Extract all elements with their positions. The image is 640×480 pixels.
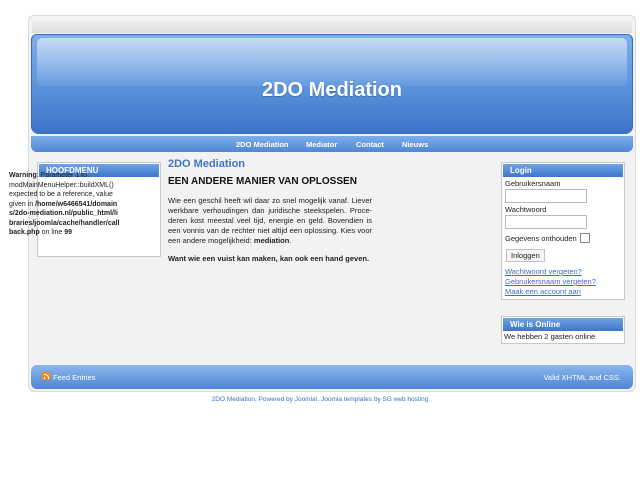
password-input[interactable] <box>505 215 587 229</box>
warning-message: Warning: Parameter 1 to modMainMenuHelpe… <box>9 171 121 238</box>
site-title: 2DO Mediation <box>261 79 402 101</box>
warning-label: Warning <box>9 172 37 179</box>
top-strip <box>32 18 632 33</box>
article-body-end: . <box>289 236 292 245</box>
module-heading: Login <box>502 163 624 178</box>
password-label: Wachtwoord <box>505 205 547 214</box>
warning-text-line: on line <box>39 229 65 236</box>
rss-feed-icon[interactable] <box>42 372 50 380</box>
feed-entries-link[interactable]: Feed Entries <box>53 373 96 382</box>
main-nav: 2DO Mediation Mediator Contact Nieuws <box>31 136 633 152</box>
article-body: Wie een geschil heeft wil daar zo snel m… <box>168 196 372 246</box>
create-account-link[interactable]: Maak een account aan <box>505 287 581 296</box>
login-button[interactable]: Inloggen <box>506 249 545 262</box>
credit-line[interactable]: 2DO Mediation, Powered by Joomla!. Jooml… <box>0 396 640 403</box>
forgot-username-link[interactable]: Gebruikersnaam vergeten? <box>505 277 596 286</box>
nav-item-contact[interactable]: Contact <box>356 140 384 149</box>
module-heading: Wie is Online <box>502 317 624 332</box>
nav-item-nieuws[interactable]: Nieuws <box>402 140 428 149</box>
main-content: 2DO Mediation EEN ANDERE MANIER VAN OPLO… <box>168 158 372 263</box>
site-header: 2DO Mediation <box>31 34 633 134</box>
article-body-bold: mediation <box>253 236 290 245</box>
username-label: Gebruikersnaam <box>505 179 561 188</box>
article-heading: EEN ANDERE MANIER VAN OPLOSSEN <box>168 176 357 187</box>
nav-item-mediator[interactable]: Mediator <box>306 140 337 149</box>
warning-line-number: 99 <box>64 229 73 236</box>
article-tagline: Want wie een vuist kan maken, kan ook ee… <box>168 254 370 263</box>
online-count: We hebben 2 gasten online <box>504 332 596 341</box>
valid-xhtml-link[interactable]: Valid XHTML and CSS. <box>543 373 621 382</box>
forgot-password-link[interactable]: Wachtwoord vergeten? <box>505 267 582 276</box>
username-input[interactable] <box>505 189 587 203</box>
nav-item-2do-mediation[interactable]: 2DO Mediation <box>236 140 289 149</box>
remember-label: Gegevens onthouden <box>505 234 577 243</box>
article-title[interactable]: 2DO Mediation <box>168 158 372 170</box>
remember-checkbox[interactable] <box>580 233 590 243</box>
site-footer: Feed Entries Valid XHTML and CSS. <box>31 365 633 389</box>
